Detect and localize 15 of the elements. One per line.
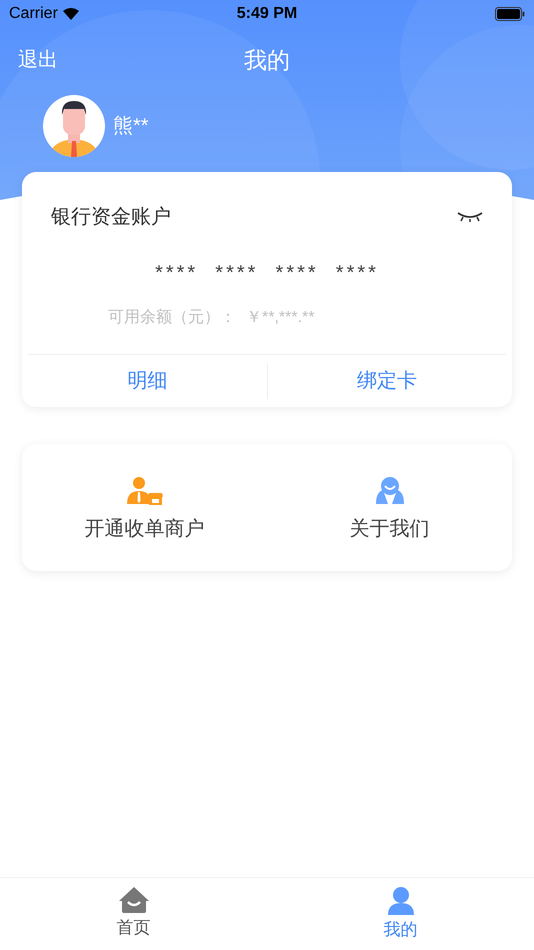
balance-value: ￥**,***.** bbox=[246, 308, 314, 328]
account-title: 银行资金账户 bbox=[51, 205, 171, 230]
carrier-label: Carrier bbox=[9, 4, 58, 24]
balance-label: 可用余额（元）： bbox=[108, 308, 236, 328]
service-item[interactable]: 关于我们 bbox=[267, 444, 512, 571]
tab-item[interactable]: 我的 bbox=[267, 878, 534, 950]
card-action-button[interactable]: 明细 bbox=[28, 355, 266, 407]
user-name: 熊** bbox=[113, 114, 149, 139]
card-number: **** **** **** **** bbox=[155, 261, 379, 286]
service-item[interactable]: 开通收单商户 bbox=[22, 444, 267, 571]
card-action-button[interactable]: 绑定卡 bbox=[266, 363, 506, 399]
logout-button[interactable]: 退出 bbox=[18, 45, 58, 75]
tab-item[interactable]: 首页 bbox=[0, 878, 267, 950]
status-time: 5:49 PM bbox=[236, 4, 298, 24]
page-title: 我的 bbox=[244, 46, 290, 75]
